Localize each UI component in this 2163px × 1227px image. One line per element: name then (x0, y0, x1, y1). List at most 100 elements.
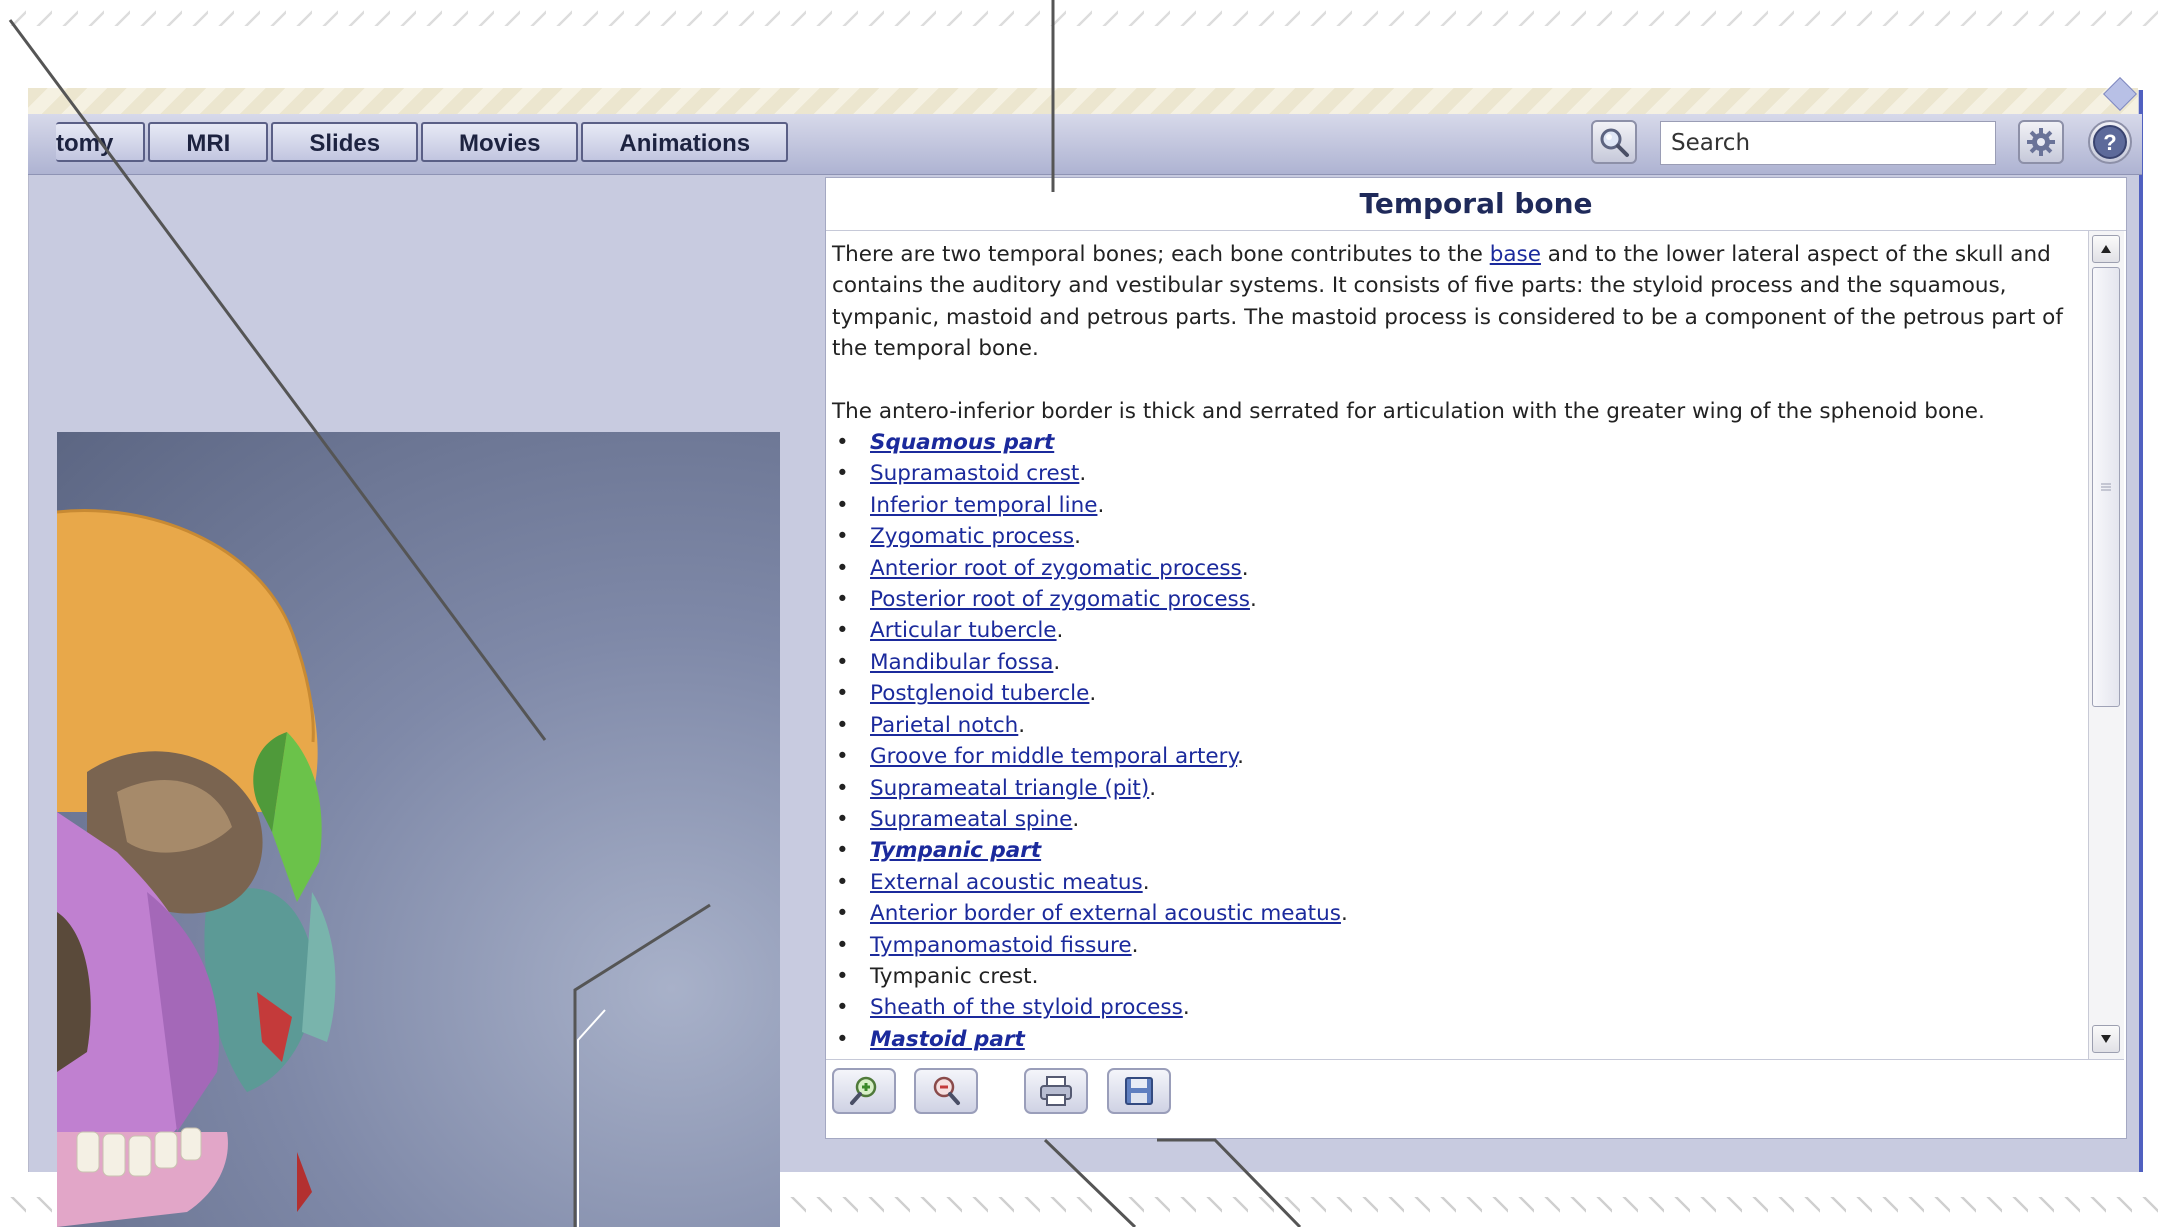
punctuation: . (1097, 492, 1105, 518)
structure-link[interactable]: Groove for middle temporal artery (870, 744, 1237, 769)
list-item: Zygomatic process. (832, 521, 2082, 553)
second-paragraph: The antero-inferior border is thick and … (832, 398, 1985, 424)
list-item: Tympanic crest. (832, 961, 2082, 993)
structure-link[interactable]: External acoustic meatus (870, 870, 1143, 895)
structure-link[interactable]: Sheath of the styloid process (870, 995, 1183, 1020)
list-item: Posterior root of zygomatic process. (832, 584, 2082, 616)
structure-link[interactable]: Anterior border of external acoustic mea… (870, 901, 1341, 926)
list-item: Anterior root of zygomatic process. (832, 553, 2082, 585)
punctuation: . (1340, 901, 1348, 927)
print-button[interactable] (1024, 1068, 1088, 1114)
save-button[interactable] (1107, 1068, 1171, 1114)
list-item: Anterior border of external acoustic mea… (832, 898, 2082, 930)
panel-title: Temporal bone (826, 178, 2126, 231)
print-icon (1040, 1076, 1072, 1106)
arrow-down-icon (2101, 1035, 2111, 1043)
skull-model-image (57, 509, 336, 1227)
tab-mri[interactable]: MRI (148, 122, 269, 162)
list-item: Inferior temporal line. (832, 490, 2082, 522)
list-item: Parietal notch. (832, 710, 2082, 742)
save-icon (1125, 1077, 1153, 1105)
list-item: Articular tubercle. (832, 615, 2082, 647)
list-item: Mastoid part (832, 1024, 2082, 1056)
structure-link[interactable]: Parietal notch (870, 713, 1018, 738)
punctuation: . (1237, 744, 1245, 770)
list-item: Suprameatal spine. (832, 804, 2082, 836)
tab-animations[interactable]: Animations (581, 122, 789, 162)
structure-text: Tympanic crest. (870, 963, 1039, 989)
info-panel: Temporal bone There are two temporal bon… (825, 177, 2127, 1139)
punctuation: . (1018, 712, 1026, 738)
settings-button[interactable] (2018, 120, 2064, 164)
punctuation: . (1056, 618, 1064, 644)
scroll-up-button[interactable] (2092, 235, 2120, 263)
panel-footer-toolbar (826, 1059, 2124, 1138)
tab-label: Movies (459, 130, 541, 157)
scroll-down-button[interactable] (2092, 1025, 2120, 1053)
tab-anatomy[interactable]: tomy (56, 122, 146, 162)
list-item: External acoustic meatus. (832, 867, 2082, 899)
structure-link[interactable]: Squamous part (870, 430, 1054, 455)
tab-label: Animations (619, 130, 751, 157)
punctuation: . (1074, 524, 1081, 550)
arrow-up-icon (2101, 245, 2111, 253)
punctuation: . (1072, 806, 1080, 832)
punctuation: . (1149, 775, 1157, 801)
tab-movies[interactable]: Movies (421, 122, 579, 162)
description-text: There are two temporal bones; each bone … (826, 231, 2088, 1059)
help-icon: ? (2093, 125, 2127, 159)
punctuation: . (1131, 932, 1139, 958)
zoom-out-button[interactable] (914, 1068, 978, 1114)
tab-label: tomy (56, 130, 114, 157)
list-item: Sheath of the styloid process. (832, 992, 2082, 1024)
punctuation: . (1053, 649, 1061, 675)
structure-link[interactable]: Suprameatal spine (870, 807, 1072, 832)
list-item: Tympanomastoid fissure. (832, 930, 2082, 962)
punctuation: . (1089, 681, 1097, 707)
structure-link[interactable]: Posterior root of zygomatic process (870, 587, 1250, 612)
help-button[interactable]: ? (2088, 120, 2132, 164)
structure-link[interactable]: Mastoid part (870, 1027, 1025, 1052)
structure-link[interactable]: Zygomatic process (870, 524, 1074, 549)
punctuation: . (1079, 461, 1087, 487)
structure-list: Squamous partSupramastoid crest.Inferior… (832, 427, 2082, 1056)
structure-link[interactable]: Mandibular fossa (870, 650, 1053, 675)
scroll-thumb[interactable] (2092, 267, 2120, 707)
torn-edge-top (0, 0, 2163, 60)
grip-icon (2101, 483, 2111, 491)
list-item: Postglenoid tubercle. (832, 678, 2082, 710)
list-item: Groove for middle temporal artery. (832, 741, 2082, 773)
structure-link[interactable]: Suprameatal triangle (pit) (870, 776, 1149, 801)
list-item: Suprameatal triangle (pit). (832, 773, 2082, 805)
search-button[interactable] (1591, 120, 1637, 164)
structure-link[interactable]: Tympanomastoid fissure (870, 933, 1132, 958)
list-item: Tympanic part (832, 835, 2082, 867)
punctuation: . (1142, 869, 1150, 895)
list-item: Mandibular fossa. (832, 647, 2082, 679)
structure-link[interactable]: Tympanic part (870, 838, 1041, 863)
main-toolbar: tomy MRI Slides Movies Animations Search… (28, 114, 2142, 175)
svg-text:?: ? (2103, 130, 2116, 155)
zoom-in-button[interactable] (832, 1068, 896, 1114)
intro-text: There are two temporal bones; each bone … (832, 242, 1490, 267)
window-decoration-strip (28, 88, 2138, 115)
structure-link[interactable]: Inferior temporal line (870, 493, 1097, 518)
tab-label: MRI (186, 130, 231, 157)
magnifier-icon (1600, 128, 1629, 157)
punctuation: . (1241, 555, 1249, 581)
tab-slides[interactable]: Slides (271, 122, 419, 162)
search-input[interactable] (1660, 121, 1996, 165)
zoom-in-icon (850, 1076, 877, 1105)
punctuation: . (1249, 587, 1257, 613)
3d-skull-viewer[interactable] (57, 432, 780, 1227)
list-item: Squamous part (832, 427, 2082, 459)
vertical-scrollbar[interactable] (2088, 231, 2124, 1059)
link-base[interactable]: base (1490, 242, 1541, 267)
intro-paragraph: There are two temporal bones; each bone … (832, 239, 2082, 365)
structure-link[interactable]: Supramastoid crest (870, 461, 1079, 486)
structure-link[interactable]: Postglenoid tubercle (870, 681, 1089, 706)
structure-link[interactable]: Articular tubercle (870, 618, 1057, 643)
tab-label: Slides (309, 130, 381, 157)
view-tabs: tomy MRI Slides Movies Animations (56, 122, 791, 162)
structure-link[interactable]: Anterior root of zygomatic process (870, 556, 1242, 581)
